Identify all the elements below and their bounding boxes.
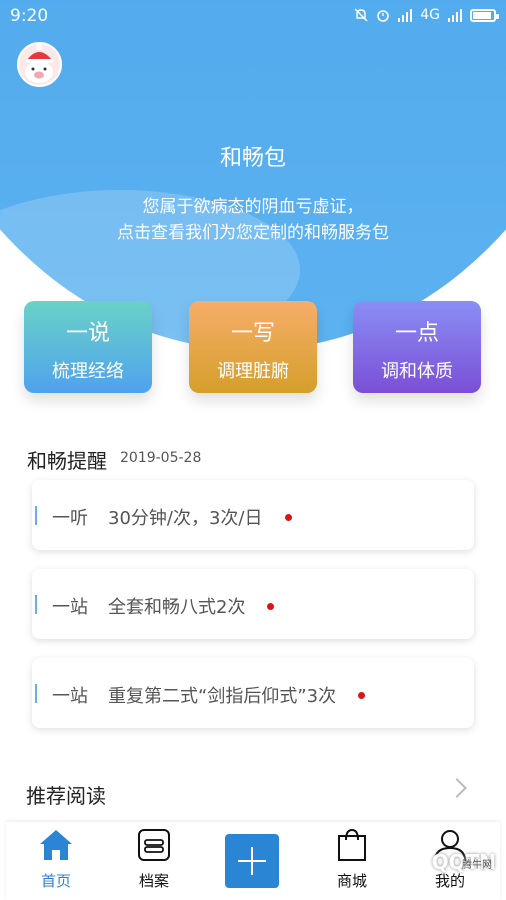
card-constitution[interactable]: 一点 调和体质 [353, 301, 481, 393]
pig-avatar-icon [25, 44, 53, 83]
reminder-title: 和畅提醒 [27, 449, 107, 473]
item-content: 重复第二式“剑指后仰式”3次 [108, 686, 337, 707]
description-line-1: 您属于欲病态的阴血亏虚证， [142, 197, 364, 217]
nav-shop[interactable]: 商城 [312, 828, 392, 891]
item-text: 一站 全套和畅八式2次 [52, 593, 275, 619]
nav-archive[interactable]: 档案 [114, 828, 194, 891]
nav-label: 档案 [138, 872, 169, 890]
card-title: 一写 [230, 321, 275, 346]
unread-dot [267, 602, 275, 610]
watermark-subtext: 腾牛网 [462, 860, 492, 871]
card-meridian[interactable]: 一说 梳理经络 [24, 301, 152, 393]
card-organs[interactable]: 一写 调理脏腑 [189, 301, 317, 393]
item-accent-bar [35, 684, 37, 703]
status-time: 9:20 [10, 6, 49, 26]
item-text: 一站 重复第二式“剑指后仰式”3次 [52, 682, 366, 708]
card-title: 一点 [394, 321, 439, 346]
battery-icon [470, 8, 499, 22]
card-subtitle: 梳理经络 [52, 361, 124, 382]
reminder-item[interactable]: 一听 30分钟/次，3次/日 [32, 480, 474, 550]
card-title: 一说 [65, 321, 110, 346]
nav-home[interactable]: 首页 [16, 828, 96, 891]
avatar[interactable] [17, 42, 62, 87]
chevron-right-icon[interactable] [447, 778, 467, 798]
nav-label: 商城 [336, 872, 367, 890]
unread-dot [358, 691, 366, 699]
card-subtitle: 调和体质 [381, 361, 453, 382]
item-type: 一站 [52, 686, 88, 707]
signal-icon-2 [448, 8, 462, 22]
network-type: 4G [420, 7, 440, 23]
reminder-item[interactable]: 一站 重复第二式“剑指后仰式”3次 [32, 658, 474, 728]
description-line-2: 点击查看我们为您定制的和畅服务包 [117, 223, 389, 243]
recommended-reading-title[interactable]: 推荐阅读 [26, 780, 106, 809]
bottom-navigation: 首页 档案 商城 我的 [6, 822, 500, 900]
header-banner [0, 0, 506, 350]
item-type: 一站 [52, 597, 88, 618]
bag-icon [338, 828, 366, 861]
status-icons: 4G [354, 7, 499, 23]
item-type: 一听 [52, 508, 88, 529]
home-icon [40, 830, 72, 860]
item-accent-bar [35, 506, 37, 525]
reminder-date: 2019-05-28 [120, 450, 202, 466]
alarm-icon [377, 10, 390, 22]
item-content: 30分钟/次，3次/日 [108, 508, 263, 529]
item-text: 一听 30分钟/次，3次/日 [52, 504, 292, 530]
status-bar: 9:20 4G [0, 0, 506, 34]
item-accent-bar [35, 595, 37, 614]
unread-dot [284, 513, 292, 521]
add-button[interactable] [225, 834, 279, 888]
archive-icon [138, 829, 170, 861]
page-title: 和畅包 [219, 146, 286, 171]
constitution-description[interactable]: 您属于欲病态的阴血亏虚证， 点击查看我们为您定制的和畅服务包 [0, 194, 506, 246]
nav-label: 首页 [40, 872, 71, 890]
mute-icon [354, 8, 368, 22]
reminder-item[interactable]: 一站 全套和畅八式2次 [32, 569, 474, 639]
signal-icon [398, 8, 413, 22]
item-content: 全套和畅八式2次 [108, 597, 246, 618]
card-subtitle: 调理脏腑 [217, 361, 289, 382]
